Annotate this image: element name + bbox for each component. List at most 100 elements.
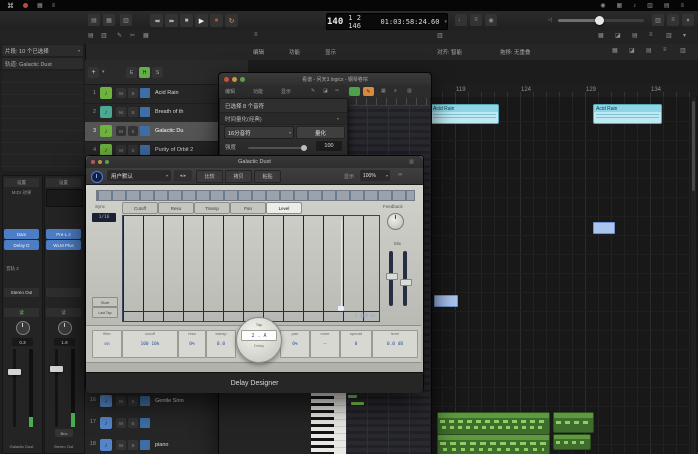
strip1-fader-cap[interactable] [8,369,21,375]
strip1-output-slot[interactable]: Stereo Out [4,288,39,297]
master-volume-slider[interactable] [558,19,644,22]
dd-feedback-knob[interactable] [387,213,404,230]
input-monitor-button[interactable] [140,396,150,406]
plugin-link-icon[interactable]: ∞ [398,172,402,178]
mid-tool-icon[interactable]: ▥ [437,32,443,39]
solo-button[interactable]: S [128,107,138,117]
solo-button[interactable]: S [128,396,138,406]
lcd-display[interactable]: 140 1 2 146 01:03:58:24.60 ▾ [326,13,448,30]
right-caret-icon[interactable]: ▾ [683,32,686,39]
snap-mode-selector[interactable]: 对齐: 智能 [437,48,462,56]
right-list-icon[interactable]: ≡ [649,32,653,38]
dd-tab-level[interactable]: Level [266,202,302,214]
strength-value-box[interactable]: 100 [316,141,342,151]
close-icon[interactable] [91,160,95,164]
toggle-help-button[interactable]: ▾ [682,14,694,26]
status-panel-icon[interactable]: ▥ [647,2,653,9]
region-small-blue-2[interactable] [434,295,458,307]
dd-tap-handle[interactable] [338,306,344,311]
track-icon[interactable]: ♪ [100,125,112,137]
solo-button[interactable]: S [128,126,138,136]
dd-param-reso[interactable]: reso 0% [178,330,206,358]
dd-mix-slider-2-cap[interactable] [400,279,412,286]
region-midi-green-2[interactable] [437,434,550,454]
dd-param-cutoff[interactable]: cutoff 100 10k [122,330,178,358]
arrange-panel-icon[interactable]: ▥ [680,47,686,54]
piano-roll-titlebar[interactable]: 看谱 - 问天3.logicx - 钢琴卷帘 [219,73,431,85]
pr-midi-in-button[interactable] [349,87,360,96]
dd-tab-pan[interactable]: Pan [230,202,266,214]
pr-panel-icon[interactable]: ▥ [407,88,412,94]
region-midi-green-4[interactable] [553,434,591,450]
input-monitor-button[interactable] [140,88,150,98]
strip1-plugin-slot-2[interactable]: Delay D [4,240,39,250]
strip2-fader-track[interactable] [55,349,58,427]
mute-button[interactable]: M [116,440,126,450]
status-note-icon[interactable]: ♪ [633,3,636,9]
pr-scissors-tool-icon[interactable]: ✂ [335,88,339,94]
plugin-copy-button[interactable]: 拷贝 [225,170,252,183]
quantize-section-row[interactable]: 时间量化(经典) ▾ [220,112,347,125]
pencil-tool-icon[interactable]: ✎ [117,32,122,39]
mute-button[interactable]: M [116,418,126,428]
toggle-list-editors-button[interactable]: ▥ [652,14,664,26]
inspector-toggle-icon[interactable]: ▥ [101,32,107,39]
arrange-edit-menu[interactable]: 编辑 [253,48,264,56]
input-monitor-button[interactable] [140,418,150,428]
right-brush-icon[interactable]: ◪ [615,32,621,39]
status-grid-icon[interactable]: ▦ [616,2,622,9]
dd-param-mute[interactable]: mute – [310,330,340,358]
tuner-button[interactable]: ◉ [485,14,497,26]
pr-view-menu[interactable]: 显示 [281,88,291,95]
dd-last-tap-button[interactable]: Last Tap [92,307,118,318]
dd-tap-readout[interactable]: 2 . A [241,330,277,341]
stop-button[interactable]: ■ [180,14,193,27]
toggle-mixer-button[interactable]: ▦ [103,14,115,26]
arrange-menu-icon[interactable]: ▤ [646,47,652,54]
mute-button[interactable]: M [116,126,126,136]
menu-list-icon[interactable]: ≡ [52,3,56,9]
plugin-power-button[interactable] [91,171,103,183]
strip1-setting-button[interactable]: 设置 [4,178,39,187]
forward-button[interactable]: ▶▶ [165,14,178,27]
toggle-library-button[interactable]: ▤ [88,14,100,26]
dd-param-level[interactable]: level 0.0 dB [372,330,418,358]
track-inspector-box[interactable]: 轨道: Galactic Dust [2,58,83,69]
arrange-brush-icon[interactable]: ◪ [629,47,635,54]
pr-functions-menu[interactable]: 功能 [253,88,263,95]
solo-button[interactable]: S [128,88,138,98]
dd-tab-cutoff[interactable]: Cutoff [122,202,158,214]
solo-button[interactable]: S [128,418,138,428]
track-icon[interactable]: ♪ [100,439,112,451]
pr-edit-menu[interactable]: 编辑 [225,88,235,95]
zoom-icon[interactable] [105,160,109,164]
pr-midi-note[interactable] [348,395,357,398]
quantize-apply-button[interactable]: 量化 [296,126,345,139]
dd-param-filter[interactable]: filter on [92,330,122,358]
arrange-functions-menu[interactable]: 功能 [289,48,300,56]
plugin-compare-button[interactable]: 比较 [196,170,223,183]
quick-help-icon[interactable]: ▤ [88,32,94,39]
arrange-list-icon[interactable]: ≡ [663,47,667,53]
rewind-button[interactable]: ◀◀ [150,14,163,27]
close-icon[interactable] [224,77,229,82]
add-track-caret-icon[interactable]: ▾ [102,69,105,75]
count-in-button[interactable]: ≡ [470,14,482,26]
strip1-send-slot[interactable]: 音轨 2 [6,266,39,272]
plugin-zoom-selector[interactable]: 100% ▾ [360,170,390,181]
strength-slider[interactable] [248,147,304,149]
strip2-pan-knob[interactable] [58,321,72,335]
region-midi-green-1[interactable] [437,412,550,435]
dd-param-pan[interactable]: pan 0% [280,330,310,358]
scrollbar-thumb[interactable] [692,101,695,191]
input-monitor-button[interactable] [140,107,150,117]
strip2-automation-button[interactable]: 读 [46,308,81,317]
mute-button[interactable]: M [116,107,126,117]
solo-tracks-button[interactable]: S [152,67,163,78]
strip1-plugin-slot-1[interactable]: Dam [4,229,39,239]
right-grid-icon[interactable]: ▦ [598,32,604,39]
minimize-icon[interactable] [98,160,102,164]
dd-sync-grid-box[interactable]: 1/16 [92,213,116,222]
solo-button[interactable]: S [128,440,138,450]
status-clock-icon[interactable]: ◉ [600,2,605,9]
